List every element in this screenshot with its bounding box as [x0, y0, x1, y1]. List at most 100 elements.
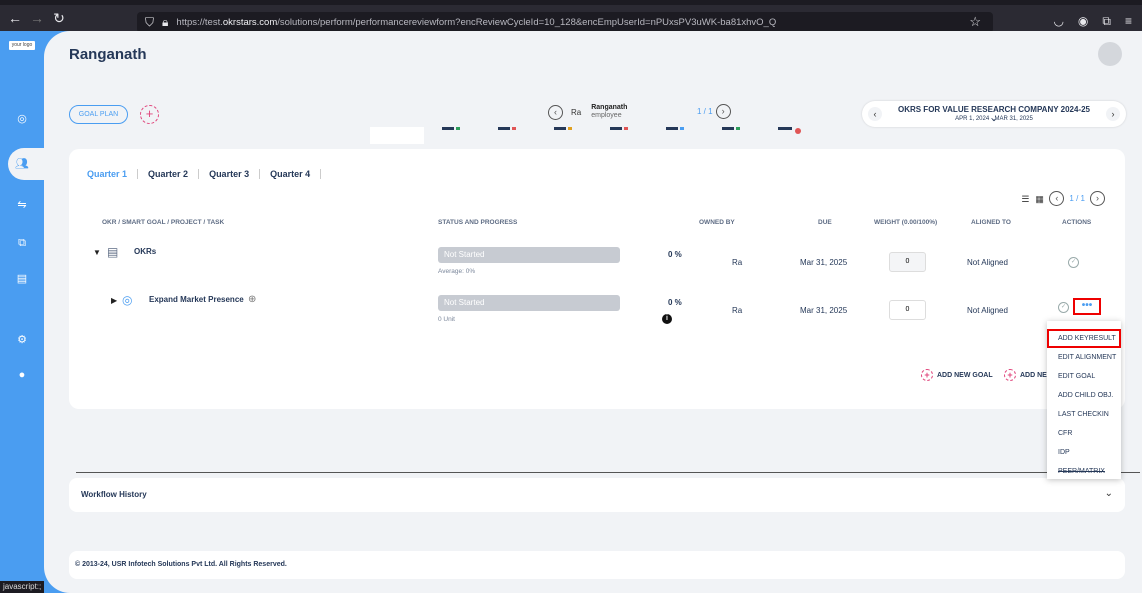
org-chart-icon[interactable]: ⧉	[14, 235, 30, 251]
plus-icon: +	[921, 369, 933, 381]
menu-last-checkin[interactable]: LAST CHECKIN	[1047, 405, 1121, 424]
more-actions-button[interactable]: •••	[1073, 298, 1101, 315]
reload-icon[interactable]: ↻	[48, 10, 70, 27]
row-subtext: 0 Unit	[438, 316, 455, 323]
bookmark-star-icon[interactable]: ☆	[969, 14, 981, 30]
settings-icon[interactable]: ⚙	[14, 332, 30, 348]
workflow-history-label: Workflow History	[81, 490, 147, 499]
collapse-triangle[interactable]: ▼	[93, 248, 101, 257]
pocket-icon[interactable]: ◡	[1053, 14, 1063, 29]
prev-user-button[interactable]: ‹	[548, 104, 563, 120]
row-aligned: Not Aligned	[967, 258, 1008, 267]
user-switcher: ‹ Ra Ranganath employee	[548, 104, 627, 120]
menu-peer-matrix[interactable]: PEER/MATRIX	[1047, 462, 1121, 479]
row-title[interactable]: OKRs	[134, 247, 156, 256]
row-percent: 0 %	[668, 250, 682, 259]
sidebar-item-team[interactable]: 👥︎	[8, 148, 44, 180]
add-new-goal-button[interactable]: + ADD NEW GOAL	[921, 369, 993, 381]
expand-triangle[interactable]: ▶	[111, 296, 117, 305]
menu-add-child-obj[interactable]: ADD CHILD OBJ.	[1047, 386, 1121, 405]
checkin-icon[interactable]: ✓	[1068, 257, 1079, 268]
prev-page-button[interactable]: ‹	[1049, 191, 1065, 206]
url-text: https://test.okrstars.com/solutions/perf…	[176, 17, 777, 28]
dashboard-icon[interactable]: ◎	[14, 111, 30, 127]
grid-view-icon[interactable]: ▦	[1035, 194, 1044, 203]
stats-peek-graphic	[388, 127, 801, 134]
user-pagination: 1 / 1 ›	[697, 104, 731, 119]
weight-input[interactable]: 0	[889, 252, 926, 272]
menu-add-keyresult[interactable]: ADD KEYRESULT	[1047, 329, 1121, 348]
next-user-button[interactable]: ›	[715, 104, 731, 119]
menu-edit-alignment[interactable]: EDIT ALIGNMENT	[1047, 348, 1121, 367]
status-bar: Not Started	[438, 247, 620, 263]
weight-input[interactable]: 0	[889, 300, 926, 320]
menu-idp[interactable]: IDP	[1047, 443, 1121, 462]
add-new-goal-label: ADD NEW GOAL	[937, 371, 993, 379]
okr-icon: ▤	[107, 245, 119, 259]
add-new-truncated-label: ADD NE	[1020, 371, 1047, 379]
chevron-down-icon[interactable]: ⌄	[1105, 488, 1113, 499]
actions-dropdown: ADD KEYRESULT EDIT ALIGNMENT EDIT GOAL A…	[1047, 321, 1121, 479]
col-due: DUE	[818, 219, 832, 226]
status-bar-link: javascript:;	[0, 581, 45, 593]
tab-quarter-4[interactable]: Quarter 4	[260, 169, 322, 179]
user-name: Ranganath	[591, 104, 628, 111]
avatar[interactable]	[1098, 42, 1122, 66]
row-due: Mar 31, 2025	[800, 258, 848, 267]
checkin-icon[interactable]: ✓	[1058, 302, 1069, 313]
next-page-button[interactable]: ›	[1090, 191, 1105, 206]
user-page-count: 1 / 1	[697, 107, 713, 116]
main-content: Ranganath GOAL PLAN + ‹ Ra Ranganath emp…	[44, 31, 1142, 593]
tab-quarter-1[interactable]: Quarter 1	[87, 169, 139, 179]
review-cycle-selector[interactable]: ‹ OKRS FOR VALUE RESEARCH COMPANY 2024-2…	[862, 101, 1126, 127]
menu-icon[interactable]: ≡	[1125, 14, 1132, 29]
goal-plan-button[interactable]: GOAL PLAN	[69, 105, 128, 124]
footer: © 2013-24, USR Infotech Solutions Pvt Lt…	[69, 551, 1125, 579]
goals-card: Quarter 1 Quarter 2 Quarter 3 Quarter 4 …	[69, 149, 1125, 409]
report-icon[interactable]: ▤	[14, 271, 30, 287]
add-new-task-button[interactable]: + ADD NE	[1004, 369, 1047, 381]
handshake-icon[interactable]: ⇋	[14, 197, 30, 213]
user-icon[interactable]: ●	[14, 367, 30, 383]
cycle-dates: APR 1, 2024 - MAR 31, 2025	[955, 116, 1033, 122]
extensions-icon[interactable]: ⧉	[1102, 14, 1111, 29]
lock-icon: 🔒︎	[162, 15, 169, 29]
add-goal-plan-button[interactable]: +	[140, 105, 159, 124]
quarter-tabs: Quarter 1 Quarter 2 Quarter 3 Quarter 4	[87, 169, 322, 179]
info-icon[interactable]: i	[662, 314, 672, 324]
status-bar: Not Started	[438, 295, 620, 311]
workflow-history-panel[interactable]: Workflow History ⌄	[69, 478, 1125, 512]
col-okr: OKR / SMART GOAL / PROJECT / TASK	[102, 219, 225, 226]
col-aligned: ALIGNED TO	[971, 219, 1011, 226]
view-tools: ☰ ▦ ‹ 1 / 1 ›	[1021, 191, 1105, 206]
row-owner: Ra	[732, 258, 743, 267]
copyright-text: © 2013-24, USR Infotech Solutions Pvt Lt…	[75, 561, 287, 568]
next-cycle-button[interactable]: ›	[1106, 107, 1120, 121]
col-weight: WEIGHT (0.00/100%)	[874, 219, 938, 226]
prev-cycle-button[interactable]: ‹	[868, 107, 882, 121]
sidebar: your logo ◎ 👥︎ ⇋ ⧉ ▤ ⚙ ● javascript:;	[0, 31, 45, 593]
menu-edit-goal[interactable]: EDIT GOAL	[1047, 367, 1121, 386]
url-bar[interactable]: ⛉ 🔒︎ https://test.okrstars.com/solutions…	[137, 12, 993, 33]
col-owned: OWNED BY	[699, 219, 735, 226]
user-initials: Ra	[571, 107, 582, 117]
row-title[interactable]: Expand Market Presence	[149, 295, 244, 304]
page-count: 1 / 1	[1069, 194, 1085, 203]
tab-quarter-2[interactable]: Quarter 2	[138, 169, 200, 179]
target-icon: ◎	[122, 293, 133, 307]
list-view-icon[interactable]: ☰	[1021, 194, 1030, 203]
page-title: Ranganath	[69, 46, 147, 63]
plus-icon: +	[1004, 369, 1016, 381]
hidden-stats-strip	[370, 127, 810, 144]
menu-cfr[interactable]: CFR	[1047, 424, 1121, 443]
row-aligned: Not Aligned	[967, 306, 1008, 315]
shield-icon: ⛉	[145, 15, 155, 29]
forward-icon[interactable]: →	[26, 10, 48, 26]
globe-icon: ⊕	[248, 294, 257, 305]
row-subtext: Average: 0%	[438, 268, 476, 275]
back-icon[interactable]: ←	[4, 10, 26, 26]
col-status: STATUS AND PROGRESS	[438, 219, 518, 226]
col-actions: ACTIONS	[1062, 219, 1092, 226]
tab-quarter-3[interactable]: Quarter 3	[199, 169, 261, 179]
account-icon[interactable]: ◉	[1078, 14, 1088, 29]
